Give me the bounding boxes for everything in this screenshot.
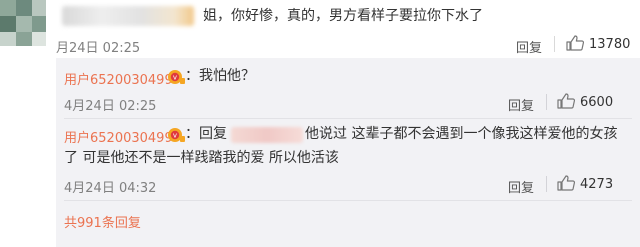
reply-date: 4月24日 02:25	[64, 99, 157, 114]
reply-button[interactable]: 回复	[508, 177, 534, 196]
like-count: 6600	[580, 95, 614, 110]
vip-badge-icon: v	[168, 70, 185, 84]
reply-username[interactable]: 用户6520030499	[64, 127, 173, 146]
action-divider	[546, 176, 547, 192]
svg-text:v: v	[173, 132, 177, 140]
thumbs-up-icon[interactable]	[557, 93, 575, 109]
reply-text-line2: 了 可是他还不是一样践踏我的爱 所以他活该	[64, 150, 339, 166]
action-divider	[554, 36, 555, 52]
thumbs-up-icon[interactable]	[557, 175, 575, 191]
reply-text: ：我怕他？	[185, 68, 255, 84]
reply-date: 4月24日 04:32	[64, 181, 157, 196]
reply-username[interactable]: 用户6520030499	[64, 69, 173, 88]
svg-text:v: v	[173, 74, 177, 82]
reply-button[interactable]: 回复	[508, 95, 534, 114]
view-more-replies-link[interactable]: 共991条回复	[64, 212, 141, 231]
comment-date: 月24日 02:25	[56, 41, 141, 56]
thumbs-up-icon[interactable]	[566, 35, 584, 51]
vip-badge-icon: v	[168, 128, 185, 142]
action-divider	[546, 94, 547, 110]
like-count: 13780	[589, 37, 631, 52]
reply-button[interactable]: 回复	[516, 37, 542, 56]
blurred-mention	[231, 127, 303, 143]
avatar[interactable]	[0, 0, 46, 46]
reply-separator	[64, 118, 632, 119]
reply-text-line1: 他说过 这辈子都不会遇到一个像我这样爱他的女孩	[305, 126, 618, 142]
comment-text: 姐，你好惨，真的，男方看样子要拉你下水了	[203, 8, 483, 24]
blurred-username	[62, 6, 194, 26]
like-count: 4273	[580, 177, 614, 192]
reply-prefix: ：回复	[185, 126, 227, 142]
reply-separator	[64, 200, 632, 201]
